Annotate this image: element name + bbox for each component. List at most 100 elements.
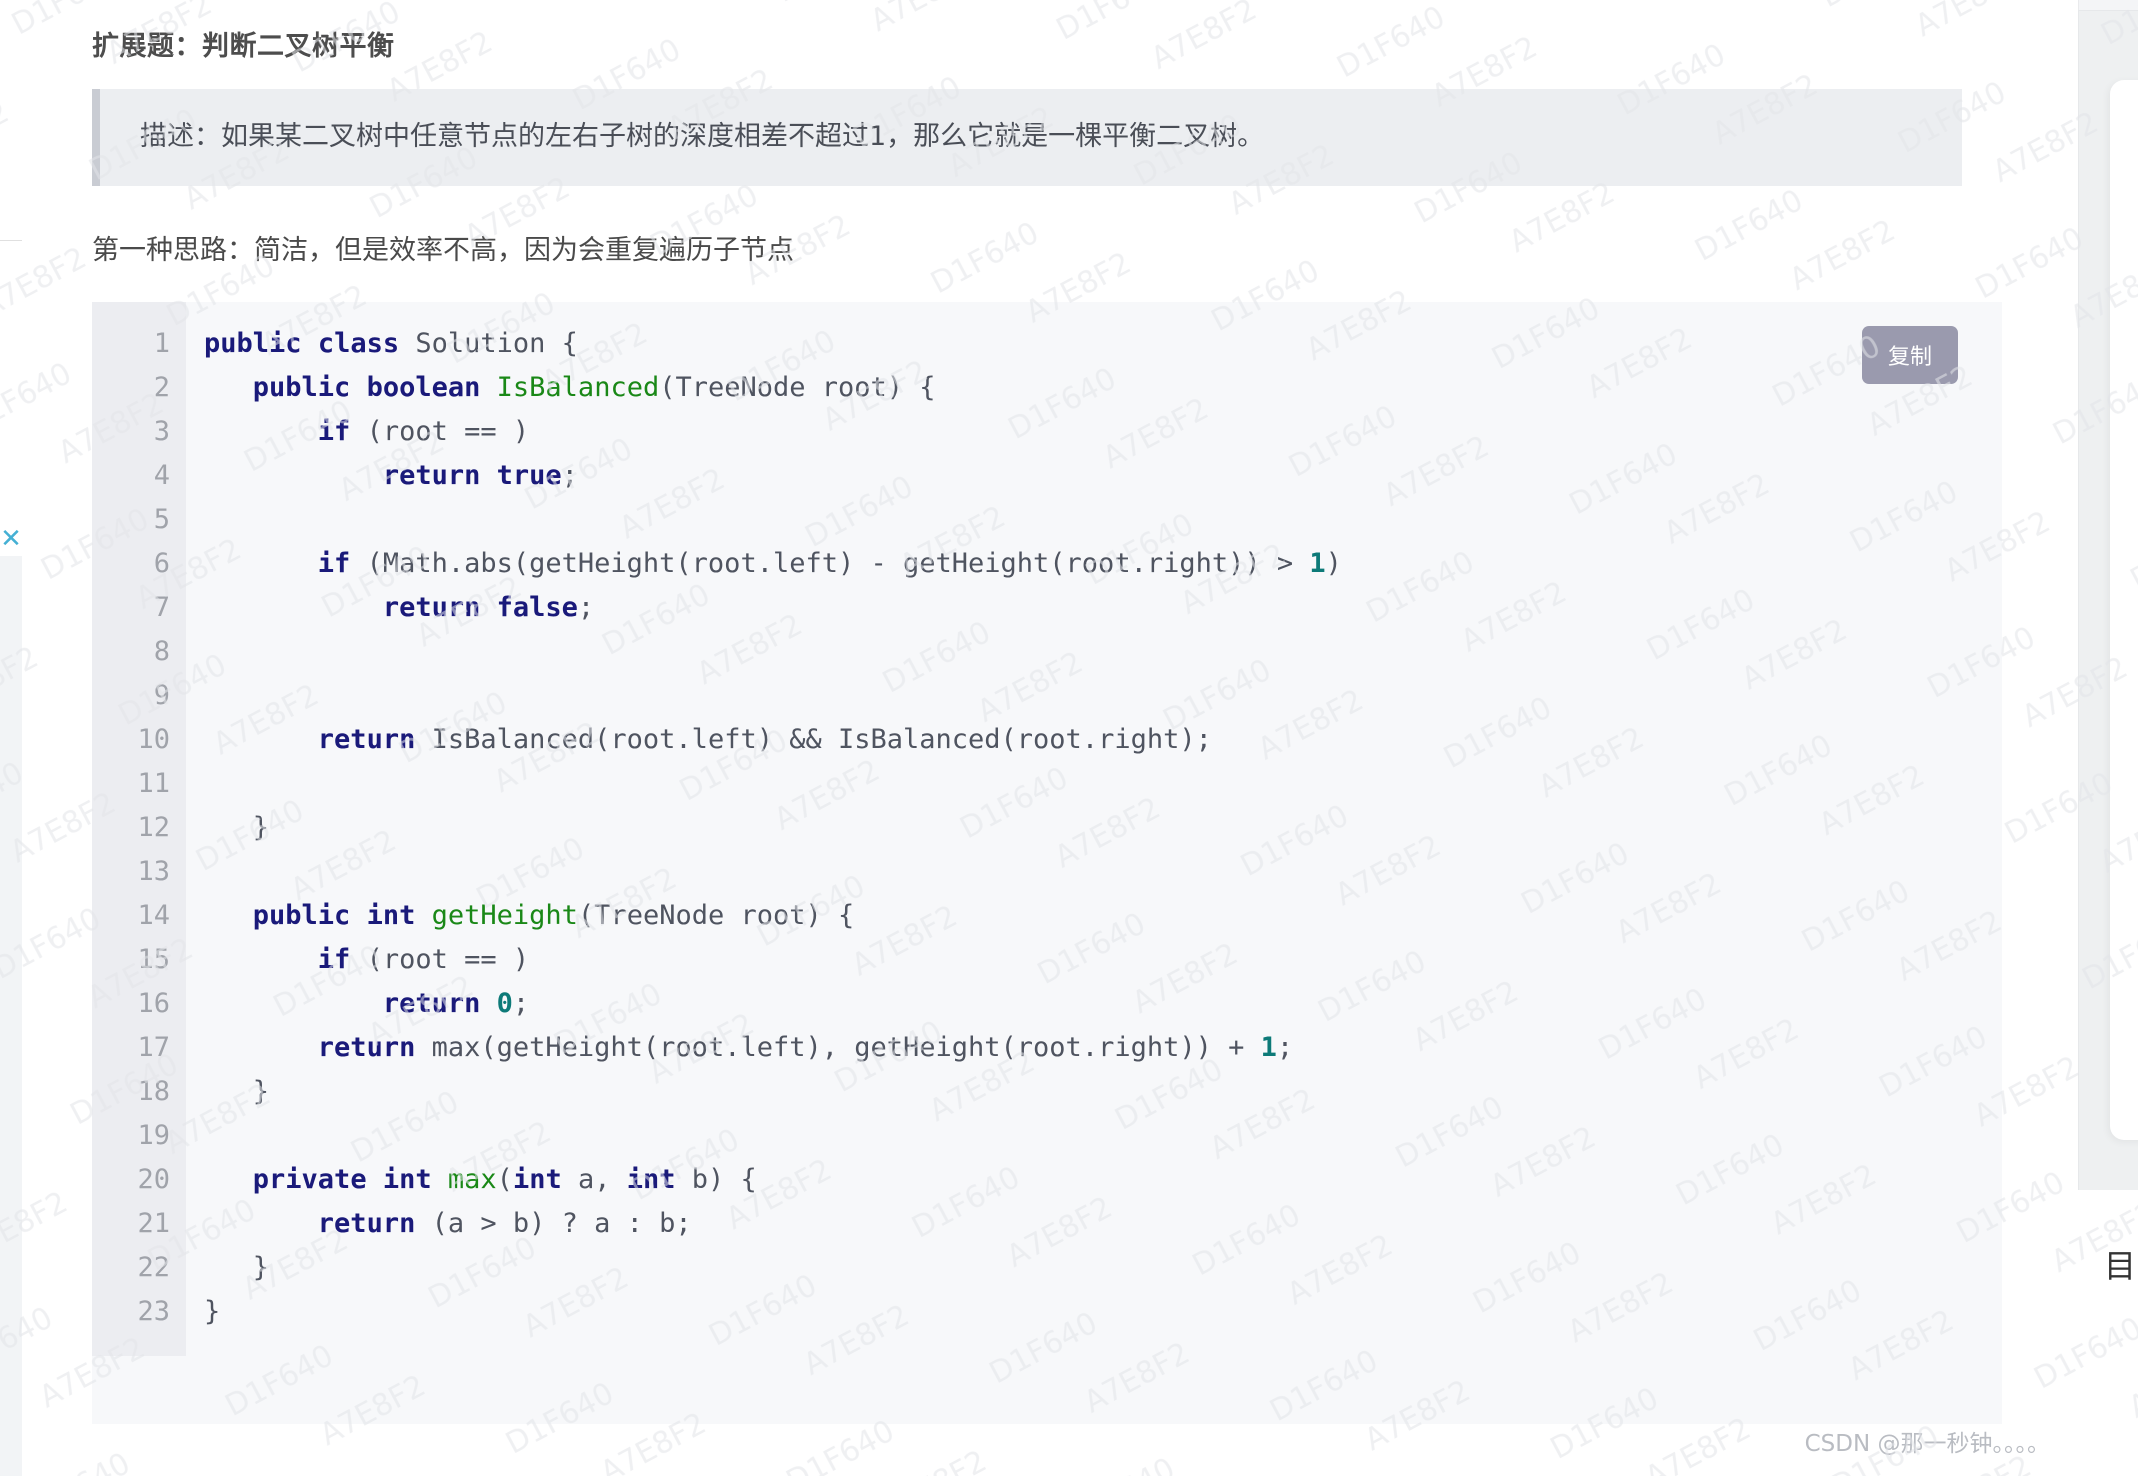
code-token: ( bbox=[496, 1163, 513, 1195]
code-line: public int getHeight(TreeNode root) { bbox=[204, 894, 2002, 938]
left-ad-card-top bbox=[0, 0, 23, 522]
code-line-number: 20 bbox=[137, 1163, 170, 1195]
code-token: 0 bbox=[496, 987, 513, 1019]
code-token: (root == ) bbox=[350, 943, 530, 975]
code-token: ; bbox=[577, 591, 595, 623]
code-line: return false; bbox=[204, 586, 2002, 630]
code-token: return bbox=[317, 723, 416, 755]
code-line: return IsBalanced(root.left) && IsBalanc… bbox=[204, 718, 2002, 762]
code-token: if bbox=[317, 943, 351, 975]
code-token: false bbox=[496, 591, 578, 623]
code-token: } bbox=[204, 1251, 270, 1283]
code-token: int bbox=[382, 1163, 432, 1195]
code-line-number: 5 bbox=[153, 503, 170, 535]
code-token: int bbox=[366, 899, 416, 931]
code-line-number: 14 bbox=[137, 899, 170, 931]
code-line: } bbox=[204, 1246, 2002, 1290]
right-sidebar: 目 bbox=[2078, 0, 2138, 1476]
code-token: int bbox=[626, 1163, 676, 1195]
left-card-divider bbox=[0, 240, 22, 241]
code-line: } bbox=[204, 1290, 2002, 1334]
code-token: ; bbox=[512, 987, 530, 1019]
code-line-number: 11 bbox=[137, 767, 170, 799]
code-token: (TreeNode root) { bbox=[577, 899, 855, 931]
code-token: IsBalanced(root.left) && IsBalanced(root… bbox=[415, 723, 1212, 755]
description-text: 描述：如果某二叉树中任意节点的左右子树的深度相差不超过1，那么它就是一棵平衡二叉… bbox=[140, 121, 1265, 152]
code-token: 1 bbox=[1260, 1031, 1277, 1063]
code-line-number: 2 bbox=[153, 371, 170, 403]
code-token: ; bbox=[1276, 1031, 1294, 1063]
code-token: } bbox=[204, 1295, 221, 1327]
code-token: b) { bbox=[675, 1163, 757, 1195]
code-content[interactable]: public class Solution { public boolean I… bbox=[186, 301, 2002, 1424]
code-token: ; bbox=[561, 459, 578, 491]
description-quote-box: 描述：如果某二叉树中任意节点的左右子树的深度相差不超过1，那么它就是一棵平衡二叉… bbox=[92, 89, 1962, 186]
code-line: return max(getHeight(root.left), getHeig… bbox=[204, 1026, 2002, 1070]
code-token: public bbox=[204, 327, 302, 359]
code-line-number: 4 bbox=[153, 459, 170, 491]
code-token: a, bbox=[561, 1163, 627, 1195]
code-line-number: 16 bbox=[137, 987, 170, 1019]
table-of-contents-icon[interactable]: 目 bbox=[2104, 1250, 2136, 1282]
code-token: return bbox=[382, 987, 481, 1019]
right-sidebar-card bbox=[2110, 80, 2138, 1140]
left-ad-card-bottom bbox=[0, 522, 23, 1476]
copy-button[interactable]: 复制 bbox=[1861, 325, 1958, 384]
code-token: class bbox=[317, 327, 400, 359]
code-inner: 1 2 3 4 5 6 7 8 9 10 11 12 13 14 15 16 17 18 19 20 21 22 23 pu… bbox=[92, 301, 2002, 1424]
close-icon[interactable]: ✕ bbox=[0, 522, 22, 556]
code-line: public boolean IsBalanced(TreeNode root)… bbox=[204, 366, 2002, 410]
code-line-number: 21 bbox=[137, 1207, 170, 1239]
code-token: ) bbox=[1325, 547, 1342, 579]
code-token: public bbox=[252, 371, 351, 403]
code-token: 1 bbox=[1309, 547, 1326, 579]
code-line-number: 9 bbox=[153, 679, 170, 711]
code-token: return bbox=[317, 1031, 416, 1063]
code-token: (a > b) ? a : b; bbox=[415, 1207, 692, 1239]
code-line-number: 7 bbox=[153, 591, 170, 623]
csdn-watermark: CSDN @那一秒钟。。。。 bbox=[1804, 1431, 2050, 1457]
code-token: return bbox=[382, 591, 481, 623]
code-token: Solution { bbox=[399, 327, 578, 359]
code-line: return 0; bbox=[204, 982, 2002, 1026]
code-token: true bbox=[496, 459, 562, 491]
code-line: return true; bbox=[204, 454, 2002, 498]
code-token: if bbox=[317, 415, 351, 447]
code-line: private int max(int a, int b) { bbox=[204, 1158, 2002, 1202]
code-token: max bbox=[447, 1163, 497, 1195]
code-line-number: 18 bbox=[137, 1075, 170, 1107]
code-line-number: 17 bbox=[137, 1031, 170, 1063]
code-line-number: 1 bbox=[153, 327, 170, 359]
main-content-column: 扩展题：判断二叉树平衡 描述：如果某二叉树中任意节点的左右子树的深度相差不超过1… bbox=[22, 0, 2078, 1476]
code-line-number: 22 bbox=[137, 1251, 170, 1283]
code-line-number: 6 bbox=[153, 547, 170, 579]
code-token: (TreeNode root) { bbox=[659, 371, 936, 403]
code-line: if (root == ) bbox=[204, 410, 2002, 454]
code-line-number: 3 bbox=[153, 415, 170, 447]
code-line-number: 12 bbox=[137, 811, 170, 843]
code-token: private bbox=[252, 1163, 367, 1195]
code-token: max(getHeight(root.left), getHeight(root… bbox=[415, 1031, 1261, 1063]
right-sidebar-lower-panel bbox=[2078, 1190, 2138, 1476]
